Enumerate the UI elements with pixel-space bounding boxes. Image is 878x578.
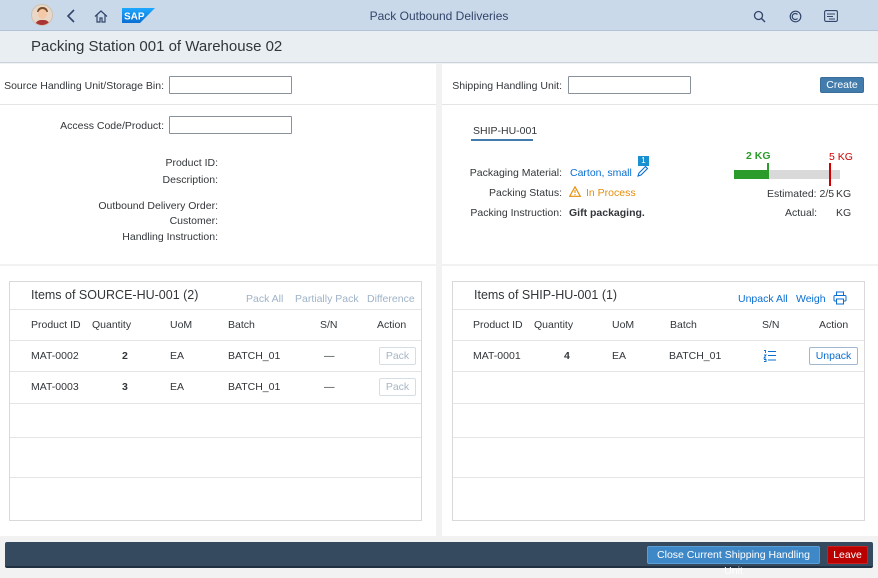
column-header: Quantity xyxy=(92,319,132,331)
divider xyxy=(453,309,864,310)
packaging-material-link[interactable]: Carton, small xyxy=(570,167,632,179)
estimated-label: Estimated: 2/5 xyxy=(767,188,835,200)
divider xyxy=(453,437,864,438)
divider xyxy=(10,309,421,310)
column-header: Batch xyxy=(228,319,255,331)
quantity-cell: 3 xyxy=(122,381,128,393)
divider xyxy=(453,477,864,478)
column-header: Batch xyxy=(670,319,697,331)
shell-title: Pack Outbound Deliveries xyxy=(369,9,509,23)
source-hu-input[interactable] xyxy=(169,76,292,94)
delivery-order-label: Outbound Delivery Order: xyxy=(98,200,218,212)
print-icon[interactable] xyxy=(833,291,847,308)
divider xyxy=(10,340,421,341)
sn-cell: — xyxy=(324,381,335,393)
column-header: Action xyxy=(377,319,407,331)
pack-all-button[interactable]: Pack All xyxy=(246,293,283,305)
pack-button[interactable]: Pack xyxy=(379,347,416,365)
quantity-cell: 4 xyxy=(564,350,570,362)
batch-cell: BATCH_01 xyxy=(669,350,722,362)
column-header: Product ID xyxy=(473,319,523,331)
divider xyxy=(10,477,421,478)
packing-status-value: In Process xyxy=(586,187,636,199)
source-hu-label: Source Handling Unit/Storage Bin: xyxy=(4,80,164,92)
divider xyxy=(10,371,421,372)
source-items-title: Items of SOURCE-HU-001 (2) xyxy=(31,288,199,302)
tab-ship-hu[interactable]: SHIP-HU-001 xyxy=(473,125,537,137)
packing-instruction-value: Gift packaging. xyxy=(569,207,645,219)
estimated-unit: KG xyxy=(836,188,852,200)
pack-button[interactable]: Pack xyxy=(379,378,416,396)
notifications-icon[interactable] xyxy=(822,7,840,25)
search-icon[interactable] xyxy=(750,7,768,25)
gauge-current-label: 2 KG xyxy=(746,150,771,162)
uom-cell: EA xyxy=(170,350,185,362)
actual-unit: KG xyxy=(836,207,852,219)
customer-label: Customer: xyxy=(169,215,218,227)
edit-icon[interactable] xyxy=(636,165,649,181)
column-header: S/N xyxy=(762,319,780,331)
shipping-panel xyxy=(442,64,878,264)
actual-label: Actual: xyxy=(785,207,818,219)
uom-cell: EA xyxy=(170,381,185,393)
divider xyxy=(453,403,864,404)
divider xyxy=(453,371,864,372)
source-items-card xyxy=(9,281,422,521)
uom-cell: EA xyxy=(612,350,627,362)
divider xyxy=(10,437,421,438)
column-header: UoM xyxy=(612,319,635,331)
product-id-cell: MAT-0003 xyxy=(31,381,79,393)
warning-icon xyxy=(568,185,582,200)
divider xyxy=(10,403,421,404)
access-code-input[interactable] xyxy=(169,116,292,134)
weigh-button[interactable]: Weigh xyxy=(796,293,826,305)
shell-bar: SAP Pack Outbound Deliveries xyxy=(0,0,878,31)
gauge-max-marker xyxy=(829,163,831,186)
product-id-cell: MAT-0001 xyxy=(473,350,521,362)
column-header: UoM xyxy=(170,319,193,331)
copilot-icon[interactable] xyxy=(786,7,804,25)
gauge-current-marker xyxy=(767,163,769,179)
unpack-button[interactable]: Unpack xyxy=(809,347,858,365)
divider xyxy=(0,104,436,105)
batch-cell: BATCH_01 xyxy=(228,350,281,362)
shipping-hu-label: Shipping Handling Unit: xyxy=(452,80,562,92)
divider xyxy=(453,340,864,341)
partially-pack-button[interactable]: Partially Pack xyxy=(295,293,359,305)
close-shipping-hu-button[interactable]: Close Current Shipping Handling Unit xyxy=(647,546,820,577)
packaging-material-label: Packaging Material: xyxy=(469,167,562,179)
difference-button[interactable]: Difference xyxy=(367,293,415,305)
handling-instruction-label: Handling Instruction: xyxy=(122,231,218,243)
page-title: Packing Station 001 of Warehouse 02 xyxy=(31,38,283,55)
packing-status-label: Packing Status: xyxy=(489,187,562,199)
leave-button[interactable]: Leave xyxy=(827,546,868,564)
quantity-cell: 2 xyxy=(122,350,128,362)
divider xyxy=(442,104,878,105)
product-id-cell: MAT-0002 xyxy=(31,350,79,362)
weight-gauge-fill xyxy=(734,170,769,179)
page-header: Packing Station 001 of Warehouse 02 xyxy=(0,31,878,63)
gauge-max-label: 5 KG xyxy=(829,151,853,163)
packing-instruction-label: Packing Instruction: xyxy=(470,207,562,219)
tab-underline xyxy=(471,139,533,141)
description-label: Description: xyxy=(162,174,218,186)
serial-numbers-icon[interactable] xyxy=(763,349,777,365)
column-header: Action xyxy=(819,319,849,331)
create-button[interactable]: Create xyxy=(820,77,864,93)
batch-cell: BATCH_01 xyxy=(228,381,281,393)
column-header: S/N xyxy=(320,319,338,331)
column-header: Product ID xyxy=(31,319,81,331)
column-header: Quantity xyxy=(534,319,574,331)
sn-cell: — xyxy=(324,350,335,362)
shipping-hu-input[interactable] xyxy=(568,76,691,94)
unpack-all-button[interactable]: Unpack All xyxy=(738,293,788,305)
access-code-label: Access Code/Product: xyxy=(60,120,164,132)
product-id-label: Product ID: xyxy=(165,157,218,169)
ship-items-title: Items of SHIP-HU-001 (1) xyxy=(474,288,618,302)
ship-items-card xyxy=(452,281,865,521)
